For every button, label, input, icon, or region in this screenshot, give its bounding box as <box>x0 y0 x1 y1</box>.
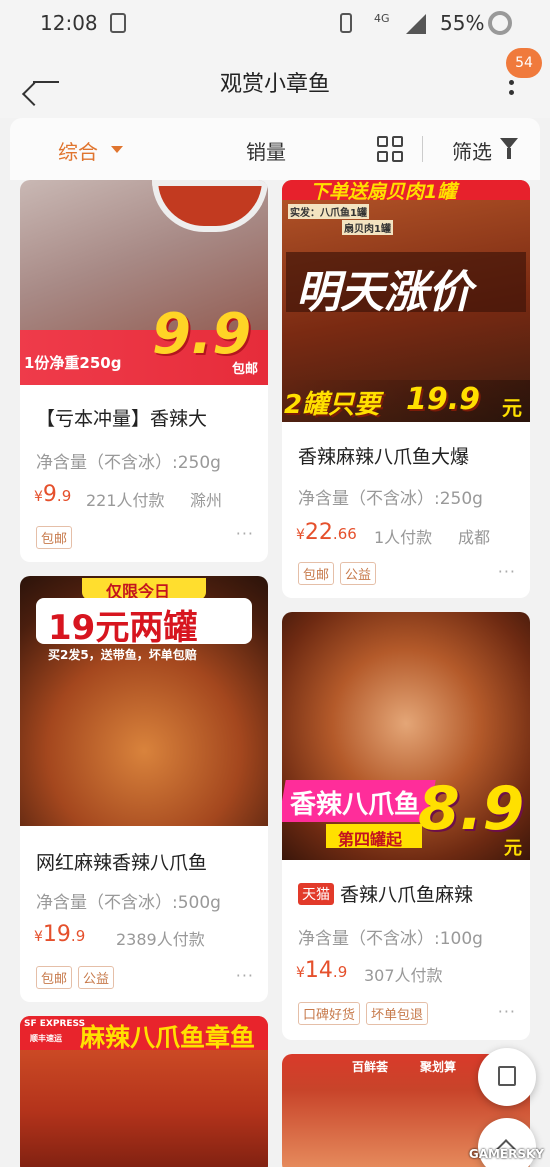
more-options-icon[interactable]: ··· <box>236 524 254 543</box>
banner-main: 明天涨价 <box>296 267 472 318</box>
grid-view-icon[interactable] <box>377 136 403 162</box>
tag-list: 包邮 公益 <box>298 562 377 585</box>
funnel-icon <box>500 138 518 159</box>
more-dots-icon <box>509 80 514 85</box>
ship-from: 滁州 <box>190 491 223 510</box>
courier-logo-sub: 顺丰速运 <box>30 1034 62 1043</box>
brand-logo: 百鲜荟 <box>352 1060 389 1074</box>
courier-logo: SF EXPRESS <box>24 1019 86 1029</box>
app-header: 观赏小章鱼 <box>0 46 550 118</box>
caret-down-icon <box>111 146 123 153</box>
product-spec: 净含量（不含冰）:250g <box>36 453 221 473</box>
tag-list: 包邮 公益 <box>36 966 115 989</box>
tag: 口碑好货 <box>298 1002 361 1025</box>
product-card[interactable]: 1份净重250g 9.9 包邮 【亏本冲量】香辣大 净含量（不含冰）:250g … <box>20 180 268 562</box>
tmall-badge: 天猫 <box>298 883 334 905</box>
product-image: 仅限今日 19元两罐 买2发5，送带鱼，坏单包赔 <box>20 576 268 826</box>
tag: 公益 <box>78 966 115 989</box>
product-card[interactable]: SF EXPRESS 顺丰速运 麻辣八爪鱼章鱼 <box>20 1016 268 1167</box>
sort-sales-tab[interactable]: 销量 <box>246 136 286 165</box>
product-image: 下单送扇贝肉1罐 实发：八爪鱼1罐 扇贝肉1罐 明天涨价 2罐只要 19.9 元 <box>282 180 530 422</box>
vibrate-icon <box>340 13 352 33</box>
product-card[interactable]: 仅限今日 19元两罐 买2发5，送带鱼，坏单包赔 网红麻辣香辣八爪鱼 净含量（不… <box>20 576 268 1002</box>
clock: 12:08 <box>40 11 98 35</box>
sort-default-tab[interactable]: 综合 <box>58 136 98 165</box>
more-options-icon[interactable]: ··· <box>236 966 254 985</box>
filter-bar: 综合 销量 筛选 <box>10 118 540 180</box>
product-price: ¥9.9 <box>34 482 72 507</box>
banner-sub: 扇贝肉1罐 <box>342 220 393 235</box>
banner-bottom-price: 19.9 <box>406 382 481 417</box>
product-spec: 净含量（不含冰）:500g <box>36 893 221 913</box>
more-options-icon[interactable]: ··· <box>498 562 516 581</box>
banner-sub: 买2发5，送带鱼，坏单包赔 <box>48 648 197 662</box>
banner-main: 麻辣八爪鱼章鱼 <box>80 1023 256 1052</box>
more-dots-icon <box>509 90 514 95</box>
product-price: ¥14.9 <box>296 958 348 983</box>
product-price: ¥19.9 <box>34 922 86 947</box>
promo-logo: 聚划算 <box>420 1060 457 1074</box>
banner-name: 香辣八爪鱼 <box>290 790 421 820</box>
network-type: 4G <box>374 12 390 25</box>
divider <box>422 136 423 162</box>
product-spec: 净含量（不含冰）:100g <box>298 929 483 949</box>
banner-top: 下单送扇贝肉1罐 <box>310 181 457 203</box>
banner-bottom: 2罐只要 <box>284 390 381 420</box>
banner-main: 19元两罐 <box>48 608 198 648</box>
tag-list: 包邮 <box>36 526 73 549</box>
product-card[interactable]: 香辣八爪鱼 第四罐起 8.9 元 天猫 香辣八爪鱼麻辣 净含量（不含冰）:100g… <box>282 612 530 1040</box>
more-options-icon[interactable]: ··· <box>498 1002 516 1021</box>
tag: 包邮 <box>36 966 73 989</box>
edit-icon <box>498 1066 516 1086</box>
product-title: 网红麻辣香辣八爪鱼 <box>36 852 208 874</box>
feedback-button[interactable] <box>478 1048 536 1106</box>
product-title: 香辣麻辣八爪鱼大爆 <box>298 446 470 468</box>
watermark: GAMERSKY <box>468 1147 544 1161</box>
banner-sub: 实发：八爪鱼1罐 <box>288 204 369 219</box>
notification-icon <box>110 13 126 33</box>
message-count-badge: 54 <box>506 48 542 78</box>
product-card[interactable]: 下单送扇贝肉1罐 实发：八爪鱼1罐 扇贝肉1罐 明天涨价 2罐只要 19.9 元… <box>282 180 530 598</box>
product-price: ¥22.66 <box>296 520 357 545</box>
tag-list: 口碑好货 坏单包退 <box>298 1002 429 1025</box>
banner-sub: 第四罐起 <box>338 830 403 849</box>
page-title: 观赏小章鱼 <box>219 72 330 97</box>
product-image: 1份净重250g 9.9 包邮 <box>20 180 268 385</box>
payment-count: 307人付款 <box>364 966 443 985</box>
tag: 公益 <box>340 562 377 585</box>
banner-bottom-unit: 元 <box>502 396 522 420</box>
status-bar: 12:08 4G 55% <box>0 0 550 46</box>
tag: 包邮 <box>298 562 335 585</box>
filter-button[interactable]: 筛选 <box>452 136 492 165</box>
payment-count: 2389人付款 <box>116 930 205 949</box>
banner-free-shipping: 包邮 <box>232 362 259 377</box>
battery-icon <box>488 11 512 35</box>
payment-count: 221人付款 <box>86 491 165 510</box>
tag: 坏单包退 <box>366 1002 429 1025</box>
product-spec: 净含量（不含冰）:250g <box>298 489 483 509</box>
signal-icon <box>406 14 426 34</box>
tag: 包邮 <box>36 526 73 549</box>
product-title: 【亏本冲量】香辣大 <box>36 408 208 430</box>
payment-count: 1人付款 <box>374 528 433 547</box>
ship-from: 成都 <box>458 528 491 547</box>
banner-weight: 1份净重250g <box>24 354 122 372</box>
product-title: 天猫 香辣八爪鱼麻辣 <box>298 880 473 907</box>
banner-unit: 元 <box>504 838 522 859</box>
battery-level: 55% <box>440 11 485 35</box>
product-image: SF EXPRESS 顺丰速运 麻辣八爪鱼章鱼 <box>20 1016 268 1167</box>
product-image: 香辣八爪鱼 第四罐起 8.9 元 <box>282 612 530 860</box>
